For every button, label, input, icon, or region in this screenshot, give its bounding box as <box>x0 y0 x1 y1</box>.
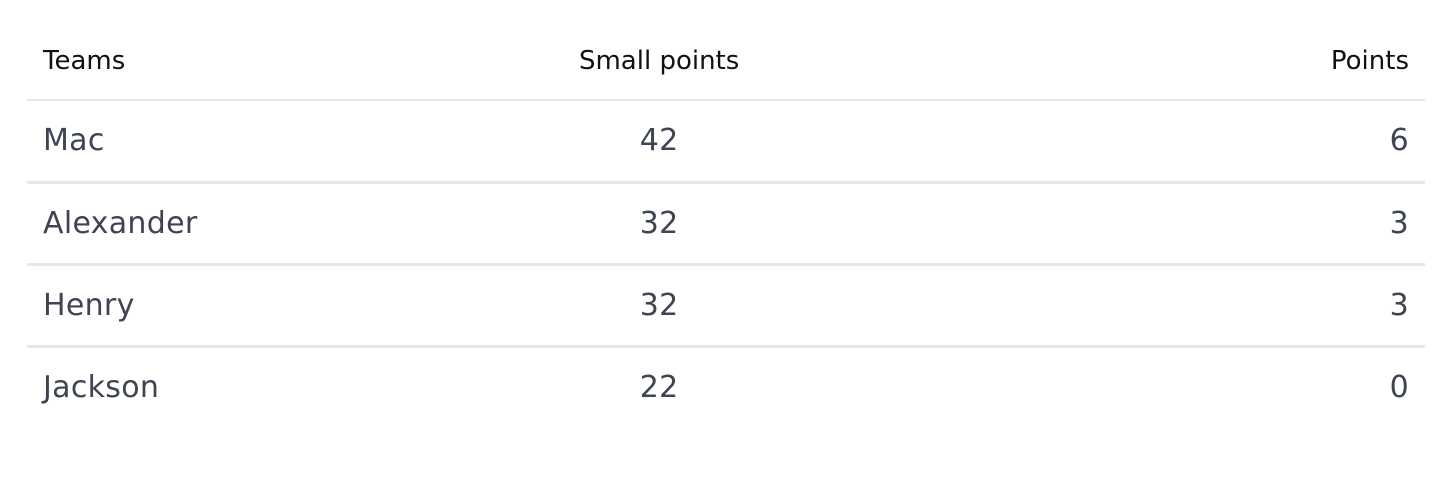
header-teams[interactable]: Teams <box>27 22 528 101</box>
team-name-cell: Jackson <box>43 370 160 406</box>
points-cell: 3 <box>976 182 1425 266</box>
small-points-cell: 32 <box>527 264 977 348</box>
header-teams-label: Teams <box>43 45 126 76</box>
small-points-value: 32 <box>639 287 679 323</box>
small-points-cell: 42 <box>527 100 977 184</box>
header-row: Teams Small points Points <box>27 22 1425 101</box>
table-header: Teams Small points Points <box>27 22 1425 101</box>
small-points-cell: 22 <box>528 346 977 428</box>
small-points-value: 42 <box>639 123 679 159</box>
table-body: Mac 42 6 Alexander 32 3 Henry 32 3 Jacks… <box>27 100 1425 428</box>
table-row: Mac 42 6 <box>27 100 1425 184</box>
team-name-cell: Henry <box>27 264 528 348</box>
header-points-label: Points <box>1330 45 1409 76</box>
standings-table: Teams Small points Points Mac 42 6 Alexa… <box>27 22 1425 428</box>
table-row: Jackson 22 0 <box>27 346 1425 428</box>
points-cell: 0 <box>1389 370 1409 406</box>
points-cell: 3 <box>976 264 1425 348</box>
header-points[interactable]: Points <box>976 22 1425 101</box>
small-points-value: 32 <box>639 205 679 241</box>
small-points-value: 22 <box>639 370 679 406</box>
table-row: Alexander 32 3 <box>27 182 1425 266</box>
points-cell: 6 <box>976 100 1425 184</box>
team-name-cell: Alexander <box>27 182 528 266</box>
table-row: Henry 32 3 <box>27 264 1425 348</box>
header-small-points-label: Small points <box>578 45 740 76</box>
small-points-cell: 32 <box>527 182 977 266</box>
standings-table-container: Teams Small points Points Mac 42 6 Alexa… <box>27 22 1425 428</box>
header-small-points[interactable]: Small points <box>527 22 977 101</box>
team-name-cell: Mac <box>27 100 528 184</box>
